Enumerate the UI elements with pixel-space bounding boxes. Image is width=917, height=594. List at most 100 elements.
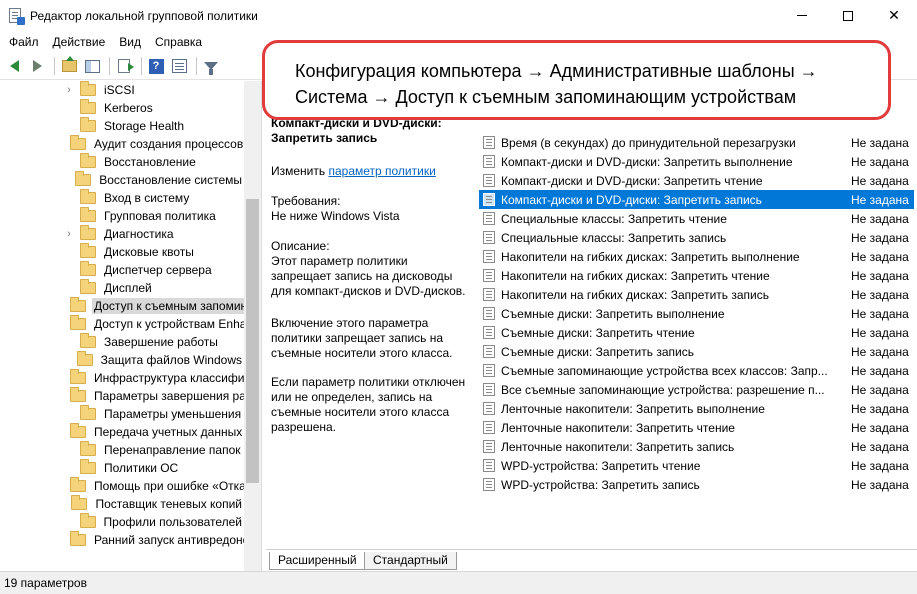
tree-item[interactable]: Поставщик теневых копий bbox=[0, 495, 244, 513]
setting-row[interactable]: Ленточные накопители: Запретить чтение Не… bbox=[479, 418, 914, 437]
setting-name: Специальные классы: Запретить чтение bbox=[501, 211, 727, 226]
tree-item[interactable]: Завершение работы bbox=[0, 333, 244, 351]
tree-item[interactable]: Параметры уменьшения bbox=[0, 405, 244, 423]
settings-list: Время (в секундах) до принудительной пер… bbox=[474, 81, 917, 549]
setting-state: Не задана bbox=[851, 401, 909, 416]
tab-extended[interactable]: Расширенный bbox=[269, 552, 366, 570]
callout-line-1: Конфигурация компьютера → Административн… bbox=[295, 61, 818, 81]
setting-row[interactable]: Накопители на гибких дисках: Запретить в… bbox=[479, 247, 914, 266]
policy-heading-title: Запретить запись bbox=[271, 131, 378, 145]
edit-policy-link[interactable]: параметр политики bbox=[328, 164, 435, 178]
setting-row[interactable]: Ленточные накопители: Запретить запись Не… bbox=[479, 437, 914, 456]
folder-icon bbox=[80, 225, 96, 240]
setting-name: WPD-устройства: Запретить запись bbox=[501, 477, 700, 492]
toolbar-separator bbox=[196, 57, 197, 75]
setting-row[interactable]: Съемные диски: Запретить выполнение Не за… bbox=[479, 304, 914, 323]
setting-row[interactable]: WPD-устройства: Запретить чтение Не задан… bbox=[479, 456, 914, 475]
view-tabs: Расширенный Стандартный bbox=[266, 549, 917, 571]
status-text: 19 параметров bbox=[4, 576, 87, 590]
tree-item[interactable]: Восстановление системы bbox=[0, 171, 244, 189]
toolbar-separator bbox=[54, 57, 55, 75]
requirements-section: Требования: Не ниже Windows Vista bbox=[271, 194, 471, 224]
menu-view[interactable]: Вид bbox=[112, 31, 148, 53]
help-button[interactable]: ? bbox=[146, 56, 166, 76]
folder-icon bbox=[80, 189, 96, 204]
tree-item[interactable]: Дисплей bbox=[0, 279, 244, 297]
tree-item[interactable]: Защита файлов Windows bbox=[0, 351, 244, 369]
setting-row[interactable]: Компакт-диски и DVD-диски: Запретить чте… bbox=[479, 171, 914, 190]
setting-name: WPD-устройства: Запретить чтение bbox=[501, 458, 701, 473]
tree-item[interactable]: › Диагностика bbox=[0, 225, 244, 243]
setting-state: Не задана bbox=[851, 154, 909, 169]
tree-item-label: Профили пользователей bbox=[103, 515, 242, 529]
back-arrow-icon bbox=[9, 60, 19, 72]
up-folder-button[interactable] bbox=[59, 56, 79, 76]
setting-row[interactable]: Все съемные запоминающие устройства: раз… bbox=[479, 380, 914, 399]
tree-item-label: Передача учетных данных bbox=[94, 425, 243, 439]
setting-row[interactable]: Съемные запоминающие устройства всех кла… bbox=[479, 361, 914, 380]
tree-item[interactable]: Параметры завершения работы bbox=[0, 387, 244, 405]
setting-name: Компакт-диски и DVD-диски: Запретить зап… bbox=[501, 192, 762, 207]
tree-item-label: Storage Health bbox=[104, 119, 185, 133]
expand-chevron-icon[interactable]: › bbox=[64, 228, 74, 240]
tree-item[interactable]: Ранний запуск антивредоносной bbox=[0, 531, 244, 549]
tree-item[interactable]: Помощь при ошибке «Отказано bbox=[0, 477, 244, 495]
maximize-button[interactable] bbox=[825, 0, 871, 31]
tree-item[interactable]: Профили пользователей bbox=[0, 513, 244, 531]
tree-item-label: Инфраструктура классификации bbox=[94, 371, 244, 385]
setting-row[interactable]: Специальные классы: Запретить чтение Не з… bbox=[479, 209, 914, 228]
setting-row[interactable]: WPD-устройства: Запретить запись Не задан… bbox=[479, 475, 914, 494]
setting-row[interactable]: Накопители на гибких дисках: Запретить з… bbox=[479, 285, 914, 304]
tree-item[interactable]: Доступ к съемным запоминающим bbox=[0, 297, 244, 315]
tree-item[interactable]: Передача учетных данных bbox=[0, 423, 244, 441]
setting-state: Не задана bbox=[851, 135, 909, 150]
properties-button[interactable] bbox=[169, 56, 189, 76]
setting-row[interactable]: Компакт-диски и DVD-диски: Запретить вып… bbox=[479, 152, 914, 171]
tree-item[interactable]: Вход в систему bbox=[0, 189, 244, 207]
minimize-button[interactable] bbox=[779, 0, 825, 31]
tree-item[interactable]: › iSCSI bbox=[0, 81, 244, 99]
back-button[interactable] bbox=[4, 56, 24, 76]
setting-state: Не задана bbox=[851, 477, 909, 492]
expand-chevron-icon[interactable]: › bbox=[64, 84, 74, 96]
setting-row[interactable]: Время (в секундах) до принудительной пер… bbox=[479, 133, 914, 152]
setting-row[interactable]: Съемные диски: Запретить чтение Не задана bbox=[479, 323, 914, 342]
tree-item[interactable]: Инфраструктура классификации bbox=[0, 369, 244, 387]
tree-scrollbar[interactable] bbox=[244, 81, 261, 571]
setting-name: Съемные диски: Запретить выполнение bbox=[501, 306, 725, 321]
tree-item[interactable]: Групповая политика bbox=[0, 207, 244, 225]
toolbar-separator bbox=[141, 57, 142, 75]
tree-item[interactable]: Storage Health bbox=[0, 117, 244, 135]
tree-item[interactable]: Перенаправление папок bbox=[0, 441, 244, 459]
folder-icon bbox=[70, 423, 86, 438]
tree-item[interactable]: Политики ОС bbox=[0, 459, 244, 477]
tab-standard[interactable]: Стандартный bbox=[364, 552, 457, 570]
setting-state: Не задана bbox=[851, 192, 909, 207]
setting-row[interactable]: Компакт-диски и DVD-диски: Запретить зап… bbox=[479, 190, 914, 209]
tree-item[interactable]: Аудит создания процессов bbox=[0, 135, 244, 153]
filter-button[interactable] bbox=[201, 56, 221, 76]
menu-help[interactable]: Справка bbox=[148, 31, 209, 53]
tree-item[interactable]: Kerberos bbox=[0, 99, 244, 117]
tree-item[interactable]: Доступ к устройствам Enhanced Storage bbox=[0, 315, 244, 333]
setting-row[interactable]: Съемные диски: Запретить запись Не задана bbox=[479, 342, 914, 361]
menu-file[interactable]: Файл bbox=[2, 31, 46, 53]
folder-icon bbox=[80, 117, 96, 132]
close-button[interactable]: ✕ bbox=[871, 0, 917, 31]
folder-icon bbox=[76, 351, 93, 366]
tree-item[interactable]: Дисковые квоты bbox=[0, 243, 244, 261]
console-tree-icon bbox=[84, 59, 100, 73]
export-list-button[interactable] bbox=[114, 56, 134, 76]
forward-button[interactable] bbox=[27, 56, 47, 76]
tree-scrollbar-thumb[interactable] bbox=[246, 199, 259, 483]
tree-item[interactable]: Восстановление bbox=[0, 153, 244, 171]
minimize-icon bbox=[797, 15, 807, 16]
setting-state: Не задана bbox=[851, 287, 909, 302]
setting-row[interactable]: Специальные классы: Запретить запись Не з… bbox=[479, 228, 914, 247]
setting-row[interactable]: Ленточные накопители: Запретить выполнен… bbox=[479, 399, 914, 418]
tree-item[interactable]: Диспетчер сервера bbox=[0, 261, 244, 279]
menu-action[interactable]: Действие bbox=[46, 31, 113, 53]
setting-row[interactable]: Накопители на гибких дисках: Запретить ч… bbox=[479, 266, 914, 285]
setting-state: Не задана bbox=[851, 439, 909, 454]
show-hide-tree-button[interactable] bbox=[82, 56, 102, 76]
